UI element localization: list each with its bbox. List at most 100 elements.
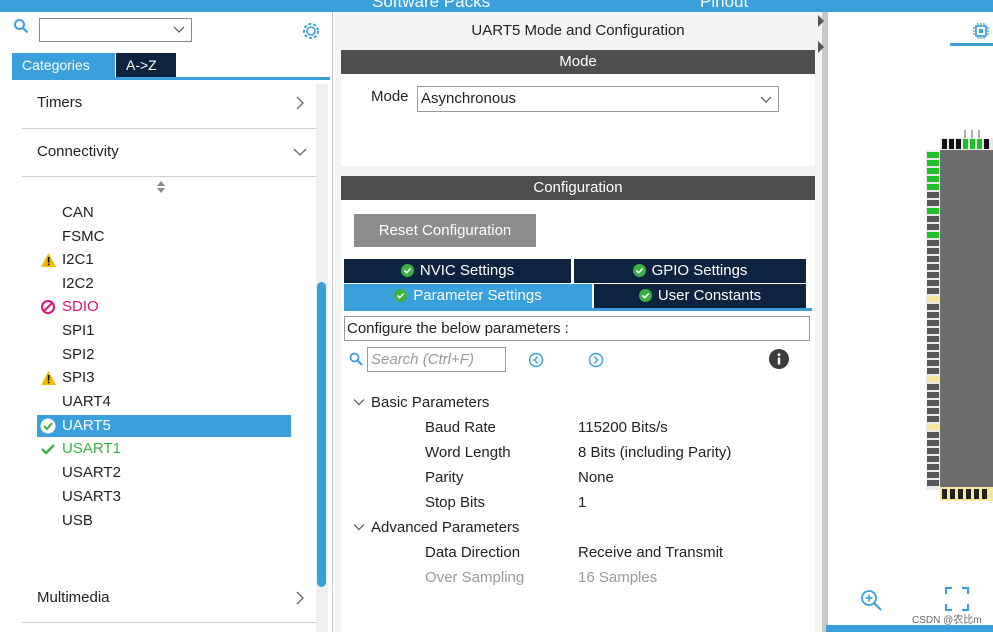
peripheral-uart4[interactable]: UART4 <box>62 391 111 413</box>
peripheral-label: SDIO <box>62 298 99 315</box>
sort-icon[interactable] <box>155 179 167 195</box>
gear-icon[interactable] <box>300 20 322 42</box>
warning-icon <box>41 371 56 385</box>
peripheral-i2c2[interactable]: I2C2 <box>62 273 94 295</box>
reset-configuration-button[interactable]: Reset Configuration <box>354 214 536 247</box>
check-circle-icon <box>400 264 414 277</box>
chevron-down-icon[interactable] <box>173 23 185 35</box>
chip-view-icon[interactable] <box>972 22 990 40</box>
peripheral-uart5[interactable]: UART5 <box>37 415 291 437</box>
chip-left-pins[interactable] <box>926 150 940 490</box>
param-name-parity[interactable]: Parity <box>425 469 463 486</box>
peripheral-label: SPI3 <box>62 369 95 386</box>
peripheral-label: FSMC <box>62 228 105 245</box>
peripheral-usart3[interactable]: USART3 <box>62 486 121 508</box>
search-input[interactable] <box>39 18 192 42</box>
param-name-stop-bits[interactable]: Stop Bits <box>425 494 485 511</box>
chevron-down-icon[interactable] <box>293 145 307 159</box>
tab-label: GPIO Settings <box>651 262 748 279</box>
peripheral-fsmc[interactable]: FSMC <box>62 226 105 248</box>
param-name-baud-rate[interactable]: Baud Rate <box>425 419 496 436</box>
advanced-parameters-group[interactable]: Advanced Parameters <box>353 519 519 536</box>
peripheral-label: CAN <box>62 204 94 221</box>
parameter-search-input[interactable]: Search (Ctrl+F) <box>367 347 506 372</box>
next-result-icon[interactable] <box>588 352 604 368</box>
category-label: Connectivity <box>37 143 119 160</box>
section-gap <box>341 166 815 176</box>
peripheral-label: I2C2 <box>62 275 94 292</box>
mcu-chip-body[interactable] <box>940 150 993 490</box>
peripheral-usart2[interactable]: USART2 <box>62 462 121 484</box>
divider <box>22 176 317 177</box>
peripheral-spi1[interactable]: SPI1 <box>62 320 95 342</box>
tab-categories[interactable]: Categories <box>12 53 115 77</box>
peripheral-label: SPI1 <box>62 322 95 339</box>
scrollbar-thumb[interactable] <box>317 282 326 587</box>
param-name-word-length[interactable]: Word Length <box>425 444 511 461</box>
categories-panel: Categories A->Z Timers Connectivity CAN … <box>0 12 333 632</box>
fit-to-window-icon[interactable] <box>944 586 970 612</box>
tab-gpio-settings[interactable]: GPIO Settings <box>574 259 806 283</box>
pinout-tab[interactable]: Pinout <box>700 0 748 12</box>
previous-result-icon[interactable] <box>528 352 544 368</box>
category-connectivity[interactable]: Connectivity <box>37 143 307 163</box>
panel-title: UART5 Mode and Configuration <box>341 12 815 50</box>
category-timers[interactable]: Timers <box>37 94 307 114</box>
chip-bottom-pins[interactable] <box>940 487 993 501</box>
tab-nvic-settings[interactable]: NVIC Settings <box>344 259 571 283</box>
mode-select[interactable]: Asynchronous <box>417 86 779 112</box>
tab-label: Parameter Settings <box>413 287 542 304</box>
param-value-over-sampling: 16 Samples <box>578 569 658 586</box>
bottom-accent-bar <box>826 625 993 632</box>
param-value-baud-rate[interactable]: 115200 Bits/s <box>578 419 668 436</box>
chevron-down-icon[interactable] <box>353 396 365 408</box>
peripheral-label: UART4 <box>62 393 111 410</box>
peripheral-sdio[interactable]: SDIO <box>41 296 99 318</box>
peripheral-can[interactable]: CAN <box>62 202 94 224</box>
zoom-in-icon[interactable] <box>859 588 883 612</box>
tab-label: User Constants <box>657 287 762 304</box>
category-list: Timers Connectivity CAN FSMC I2C1 I2C2 S… <box>22 84 317 632</box>
peripheral-i2c1[interactable]: I2C1 <box>41 249 94 271</box>
tab-parameter-settings[interactable]: Parameter Settings <box>344 284 592 308</box>
chevron-down-icon[interactable] <box>353 521 365 533</box>
param-value-parity[interactable]: None <box>578 469 614 486</box>
peripheral-spi2[interactable]: SPI2 <box>62 344 95 366</box>
chevron-right-icon[interactable] <box>293 591 307 605</box>
configuration-area: Reset Configuration NVIC Settings GPIO S… <box>341 200 815 632</box>
basic-parameters-group[interactable]: Basic Parameters <box>353 394 489 411</box>
param-value-data-direction[interactable]: Receive and Transmit <box>578 544 723 561</box>
chevron-down-icon[interactable] <box>760 93 772 105</box>
tab-a-z[interactable]: A->Z <box>116 53 176 77</box>
check-circle-icon <box>638 289 652 302</box>
group-label: Advanced Parameters <box>371 519 520 536</box>
category-label: Timers <box>37 94 83 111</box>
tab-label: NVIC Settings <box>419 262 515 279</box>
param-name-data-direction[interactable]: Data Direction <box>425 544 520 561</box>
param-value-stop-bits[interactable]: 1 <box>578 494 586 511</box>
peripheral-usb[interactable]: USB <box>62 510 93 532</box>
software-packs-tab[interactable]: Software Packs <box>372 0 490 12</box>
category-multimedia[interactable]: Multimedia <box>37 589 307 609</box>
divider <box>22 622 317 623</box>
peripheral-usart1[interactable]: USART1 <box>41 438 121 460</box>
peripheral-label: USART3 <box>62 488 121 505</box>
check-circle-icon <box>40 418 56 434</box>
divider <box>22 128 317 129</box>
peripheral-spi3[interactable]: SPI3 <box>41 367 95 389</box>
panel-splitter[interactable] <box>822 12 828 632</box>
peripheral-label: I2C1 <box>62 251 94 268</box>
param-value-word-length[interactable]: 8 Bits (including Parity) <box>578 444 731 461</box>
peripheral-label: USART1 <box>62 440 121 457</box>
search-icon[interactable] <box>13 18 29 34</box>
warning-icon <box>41 253 56 267</box>
info-icon[interactable] <box>769 349 789 369</box>
mode-label: Mode <box>371 88 409 105</box>
category-tabs: Categories A->Z <box>12 53 330 80</box>
tab-user-constants[interactable]: User Constants <box>594 284 806 308</box>
search-icon[interactable] <box>349 352 363 366</box>
collapse-arrow-icon[interactable] <box>815 15 827 55</box>
chip-top-pins <box>940 130 993 150</box>
peripheral-label: USART2 <box>62 464 121 481</box>
chevron-right-icon[interactable] <box>293 96 307 110</box>
